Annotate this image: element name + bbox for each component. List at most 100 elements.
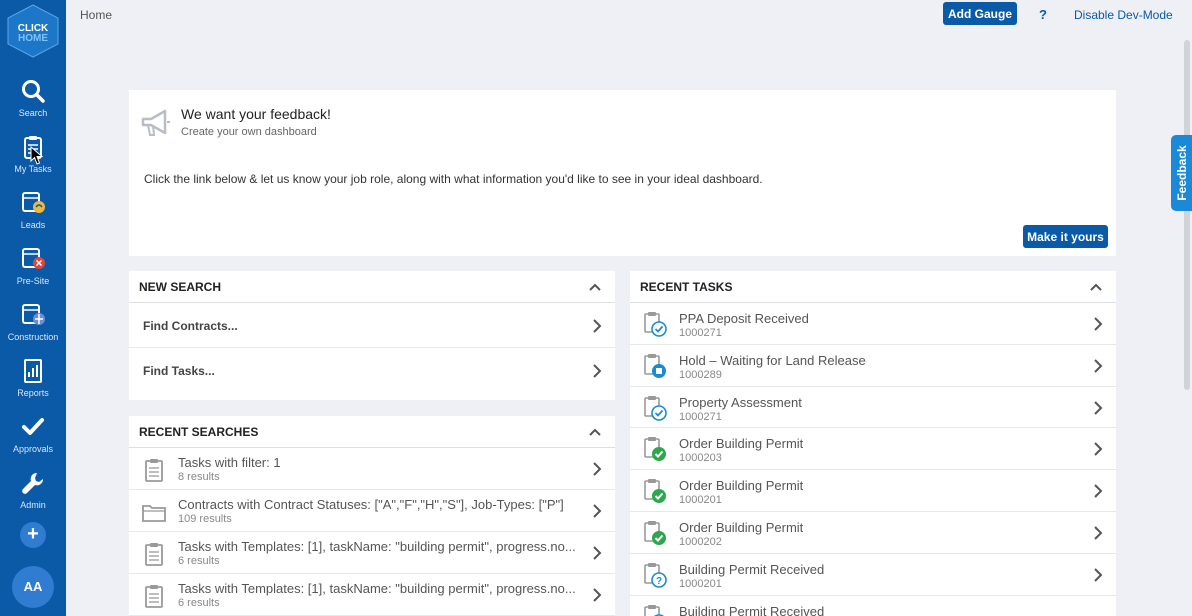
nav-presite[interactable]: Pre-Site [0, 246, 66, 300]
leads-icon [22, 192, 45, 213]
search-count: 8 results [178, 471, 220, 483]
task-number: 1000271 [679, 410, 722, 423]
reports-icon [24, 359, 42, 383]
nav-construction[interactable]: Construction [0, 302, 66, 356]
banner-subtitle: Create your own dashboard [181, 126, 317, 138]
panel-title: NEW SEARCH [139, 280, 222, 294]
task-number: 1000201 [679, 577, 722, 590]
task-check-outline-icon [644, 395, 667, 421]
task-done-icon [644, 437, 666, 462]
clickhome-logo[interactable]: CLICK HOME [4, 4, 62, 58]
chevron-right-icon [593, 504, 602, 518]
construction-icon [22, 304, 45, 325]
clipboard-icon [145, 459, 163, 482]
recent-task-row[interactable]: Building Permit Received [630, 596, 1116, 616]
panel-title: RECENT TASKS [640, 280, 733, 294]
find-tasks-item[interactable]: Find Tasks... [129, 348, 615, 393]
recent-task-row[interactable]: Hold – Waiting for Land Release 1000289 [630, 345, 1116, 387]
task-title: Building Permit Received [679, 603, 825, 616]
chevron-right-icon [1094, 317, 1103, 331]
make-it-yours-button[interactable]: Make it yours [1023, 225, 1108, 248]
chevron-right-icon [1094, 568, 1103, 582]
task-done-icon [644, 479, 666, 504]
task-done-icon [644, 520, 666, 545]
nav-label: Reports [17, 388, 49, 398]
help-link[interactable]: ? [1039, 7, 1047, 22]
task-number: 1000202 [679, 535, 722, 548]
breadcrumb[interactable]: Home [80, 8, 112, 22]
svg-text:?: ? [656, 576, 662, 587]
panel-header: RECENT TASKS [630, 271, 1116, 303]
nav-label: Approvals [12, 444, 54, 454]
recent-tasks-panel: RECENT TASKS PPA Deposit Received 100027… [630, 271, 1116, 616]
disable-dev-mode-link[interactable]: Disable Dev-Mode [1074, 8, 1173, 22]
banner-body: Click the link below & let us know your … [144, 172, 763, 186]
chevron-right-icon [593, 588, 602, 602]
recent-task-row[interactable]: Order Building Permit 1000201 [630, 470, 1116, 512]
recent-task-row[interactable]: PPA Deposit Received 1000271 [630, 303, 1116, 345]
task-hold-icon [644, 353, 666, 378]
banner-title: We want your feedback! [181, 106, 331, 122]
search-title: Tasks with filter: 1 [178, 455, 281, 470]
task-title: Order Building Permit [679, 436, 804, 452]
task-check-outline-icon [644, 312, 667, 337]
wrench-icon [22, 472, 44, 494]
chevron-up-icon[interactable] [587, 279, 603, 295]
recent-search-row[interactable]: Tasks with Templates: [1], taskName: "bu… [129, 574, 615, 616]
sidebar: CLICK HOME Search My Tasks Leads Pre-Sit… [0, 0, 66, 616]
folder-icon [142, 505, 166, 522]
recent-search-row[interactable]: Tasks with Templates: [1], taskName: "bu… [129, 532, 615, 574]
recent-search-row[interactable]: Contracts with Contract Statuses: ["A","… [129, 490, 615, 532]
chevron-right-icon [593, 462, 602, 476]
search-title: Tasks with Templates: [1], taskName: "bu… [178, 539, 576, 554]
panel-header: RECENT SEARCHES [129, 416, 615, 448]
nav-reports[interactable]: Reports [0, 358, 66, 412]
task-title: Property Assessment [679, 394, 802, 410]
recent-search-row[interactable]: Tasks with filter: 1 8 results [129, 448, 615, 490]
nav-approvals[interactable]: Approvals [0, 414, 66, 468]
new-search-panel: NEW SEARCH Find Contracts... Find Tasks.… [129, 271, 615, 400]
chevron-up-icon[interactable] [1088, 279, 1104, 295]
find-contracts-item[interactable]: Find Contracts... [129, 303, 615, 348]
task-title: PPA Deposit Received [679, 311, 809, 326]
chevron-right-icon [1094, 359, 1103, 373]
scrollbar-thumb[interactable] [1184, 40, 1190, 390]
recent-searches-panel: RECENT SEARCHES Tasks with filter: 1 8 r… [129, 416, 615, 616]
recent-task-row[interactable]: ? Building Permit Received 1000201 [630, 554, 1116, 596]
task-title: Hold – Waiting for Land Release [679, 352, 866, 368]
chevron-up-icon[interactable] [587, 424, 603, 440]
search-count: 6 results [178, 597, 220, 609]
megaphone-icon [141, 109, 170, 136]
avatar[interactable]: AA [12, 566, 54, 608]
find-label: Find Tasks... [143, 364, 215, 378]
feedback-tab-label: Feedback [1175, 145, 1189, 201]
recent-task-row[interactable]: Order Building Permit 1000203 [630, 428, 1116, 471]
panel-header: NEW SEARCH [129, 271, 615, 303]
recent-task-row[interactable]: Order Building Permit 1000202 [630, 512, 1116, 554]
task-number: 1000203 [679, 452, 722, 465]
nav-leads[interactable]: Leads [0, 190, 66, 244]
add-button[interactable]: + [20, 522, 46, 548]
chevron-right-icon [1094, 442, 1103, 457]
add-gauge-button[interactable]: Add Gauge [943, 2, 1017, 25]
nav-admin[interactable]: Admin [0, 470, 66, 524]
find-label: Find Contracts... [143, 319, 238, 333]
chevron-right-icon [593, 364, 602, 378]
nav-label: Pre-Site [16, 276, 50, 286]
chevron-right-icon [1094, 526, 1103, 540]
recent-task-row[interactable]: Property Assessment 1000271 [630, 387, 1116, 429]
search-count: 109 results [178, 513, 232, 525]
feedback-tab[interactable]: Feedback [1171, 135, 1192, 211]
nav-label: Search [18, 108, 48, 118]
nav-search[interactable]: Search [0, 78, 66, 132]
search-title: Contracts with Contract Statuses: ["A","… [178, 497, 564, 512]
search-icon [22, 80, 45, 103]
task-question-icon: ? [644, 562, 667, 588]
search-title: Tasks with Templates: [1], taskName: "bu… [178, 581, 576, 596]
clipboard-icon [145, 585, 163, 608]
clipboard-icon [145, 543, 163, 566]
search-count: 6 results [178, 555, 220, 567]
panel-title: RECENT SEARCHES [139, 425, 259, 439]
task-title: Building Permit Received [679, 561, 825, 577]
chevron-right-icon [593, 546, 602, 560]
